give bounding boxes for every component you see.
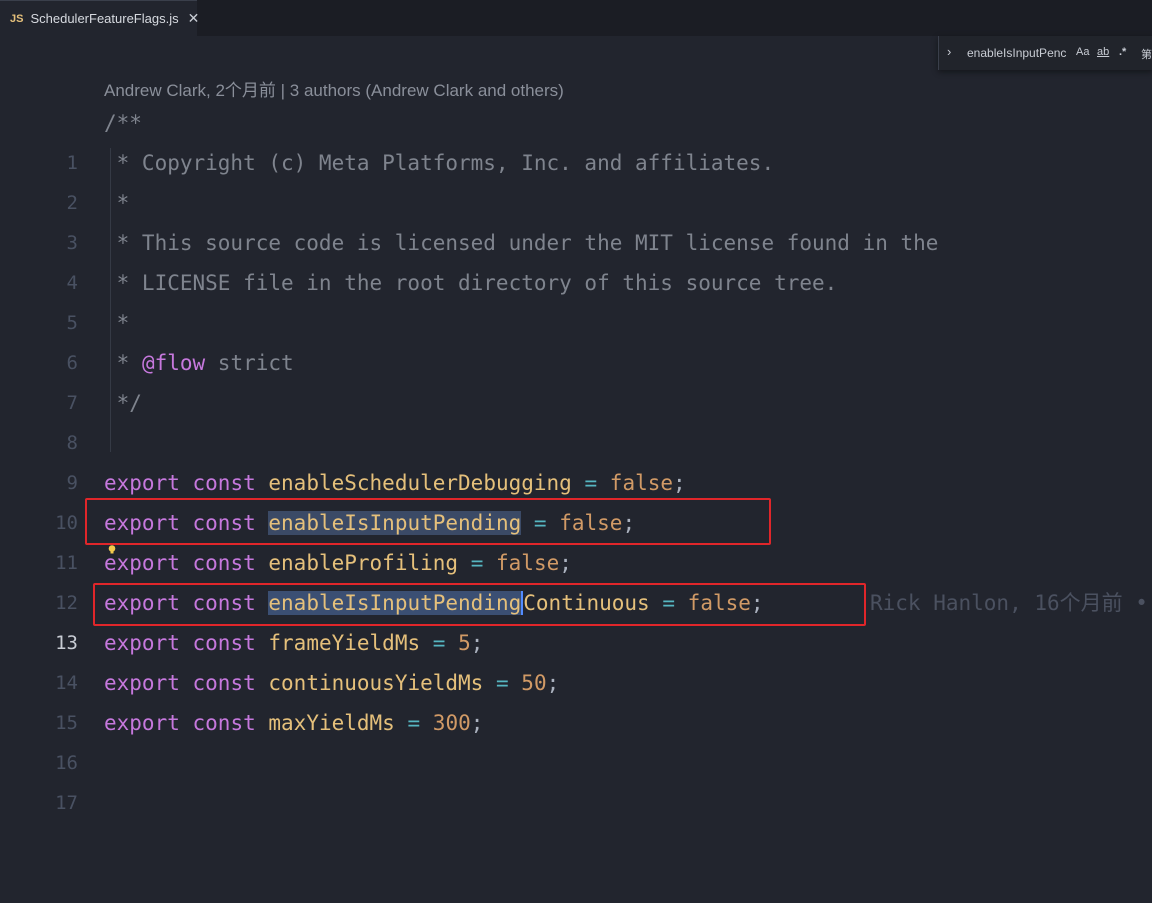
literal: 5 (458, 631, 471, 655)
code-text: export const enableSchedulerDebugging = … (104, 463, 686, 503)
keyword: const (192, 711, 256, 735)
code-text: */ (104, 391, 142, 415)
git-blame-inline[interactable]: Rick Hanlon, 16个月前 • (870, 583, 1148, 623)
operator: = (584, 471, 598, 495)
keyword: const (192, 631, 256, 655)
operator: = (407, 711, 421, 735)
highlight-box-line-13 (93, 583, 866, 626)
code-text: export const maxYieldMs = 300; (104, 703, 483, 743)
find-result-count: 第 (1141, 49, 1152, 61)
code-line: 3 * (0, 183, 1152, 254)
punctuation: ; (546, 671, 560, 695)
match-case-icon[interactable]: Aa (1076, 46, 1089, 58)
code-line: 5 * LICENSE file in the root directory o… (0, 263, 1152, 334)
operator: = (495, 671, 509, 695)
code-text: export const enableProfiling = false; (104, 543, 572, 583)
code-text: * LICENSE file in the root directory of … (104, 271, 838, 295)
git-blame-header[interactable]: Andrew Clark, 2个月前 | 3 authors (Andrew C… (104, 76, 564, 101)
punctuation: ; (470, 631, 484, 655)
code-text: export const continuousYieldMs = 50; (104, 663, 559, 703)
tab-filename: SchedulerFeatureFlags.js (30, 11, 179, 26)
code-text: * This source code is licensed under the… (104, 231, 939, 255)
code-line: 7 * @flow strict (0, 343, 1152, 414)
code-text: * @flow strict (104, 343, 294, 383)
punctuation: ; (673, 471, 686, 495)
match-whole-word-icon[interactable]: ab (1097, 46, 1109, 58)
identifier: enableSchedulerDebugging (268, 471, 572, 495)
lightbulb-icon[interactable] (108, 545, 116, 554)
keyword: const (192, 671, 256, 695)
identifier: maxYieldMs (268, 711, 395, 735)
keyword: export (104, 671, 180, 695)
code-line: 2 * Copyright (c) Meta Platforms, Inc. a… (0, 143, 1152, 214)
tab-bar: JS SchedulerFeatureFlags.js ✕ (0, 0, 1152, 36)
operator: = (432, 631, 446, 655)
code-line: 1 /** (0, 103, 1152, 174)
code-text: * (104, 191, 130, 215)
highlight-box-line-11 (85, 498, 771, 545)
comment-text: strict (205, 351, 294, 375)
code-line: 8 */ (0, 383, 1152, 454)
identifier: continuousYieldMs (268, 671, 484, 695)
comment-text: * (104, 351, 142, 375)
code-line: 6 * (0, 303, 1152, 374)
literal: false (609, 471, 674, 495)
punctuation: ; (470, 711, 484, 735)
javascript-file-icon: JS (10, 12, 24, 25)
code-line: 9 (0, 423, 1152, 494)
flow-annotation: @flow (141, 351, 206, 375)
find-input[interactable]: enableIsInputPenc (967, 46, 1066, 60)
keyword: export (104, 631, 180, 655)
code-line: 17 (0, 743, 1152, 814)
regex-icon[interactable]: .* (1119, 46, 1126, 58)
literal: 300 (432, 711, 471, 735)
close-icon[interactable]: ✕ (188, 10, 200, 27)
literal: 50 (521, 671, 547, 695)
identifier: enableProfiling (268, 551, 459, 575)
keyword: const (192, 551, 256, 575)
punctuation: ; (559, 551, 572, 575)
find-widget: › enableIsInputPenc Aa ab .* 第 (938, 36, 1152, 70)
toggle-replace-chevron-icon[interactable]: › (947, 44, 951, 59)
code-text: * Copyright (c) Meta Platforms, Inc. and… (104, 151, 775, 175)
operator: = (470, 551, 484, 575)
literal: false (496, 551, 560, 575)
code-text: export const frameYieldMs = 5; (104, 623, 483, 663)
code-line: 4 * This source code is licensed under t… (0, 223, 1152, 294)
keyword: export (104, 471, 180, 495)
identifier: frameYieldMs (268, 631, 421, 655)
code-line: 14 export const frameYieldMs = 5; (0, 623, 1152, 694)
code-line: 16 export const maxYieldMs = 300; (0, 703, 1152, 774)
line-number: 17 (55, 792, 78, 814)
keyword: export (104, 711, 180, 735)
code-text: /** (104, 111, 142, 135)
code-text: * (104, 311, 130, 335)
code-line: 12 export const enableProfiling = false; (0, 543, 1152, 614)
code-line: 15 export const continuousYieldMs = 50; (0, 663, 1152, 734)
tab-scheduler-feature-flags[interactable]: JS SchedulerFeatureFlags.js ✕ (0, 0, 200, 36)
code-line: 10 export const enableSchedulerDebugging… (0, 463, 1152, 534)
keyword: export (104, 551, 180, 575)
keyword: const (192, 471, 256, 495)
